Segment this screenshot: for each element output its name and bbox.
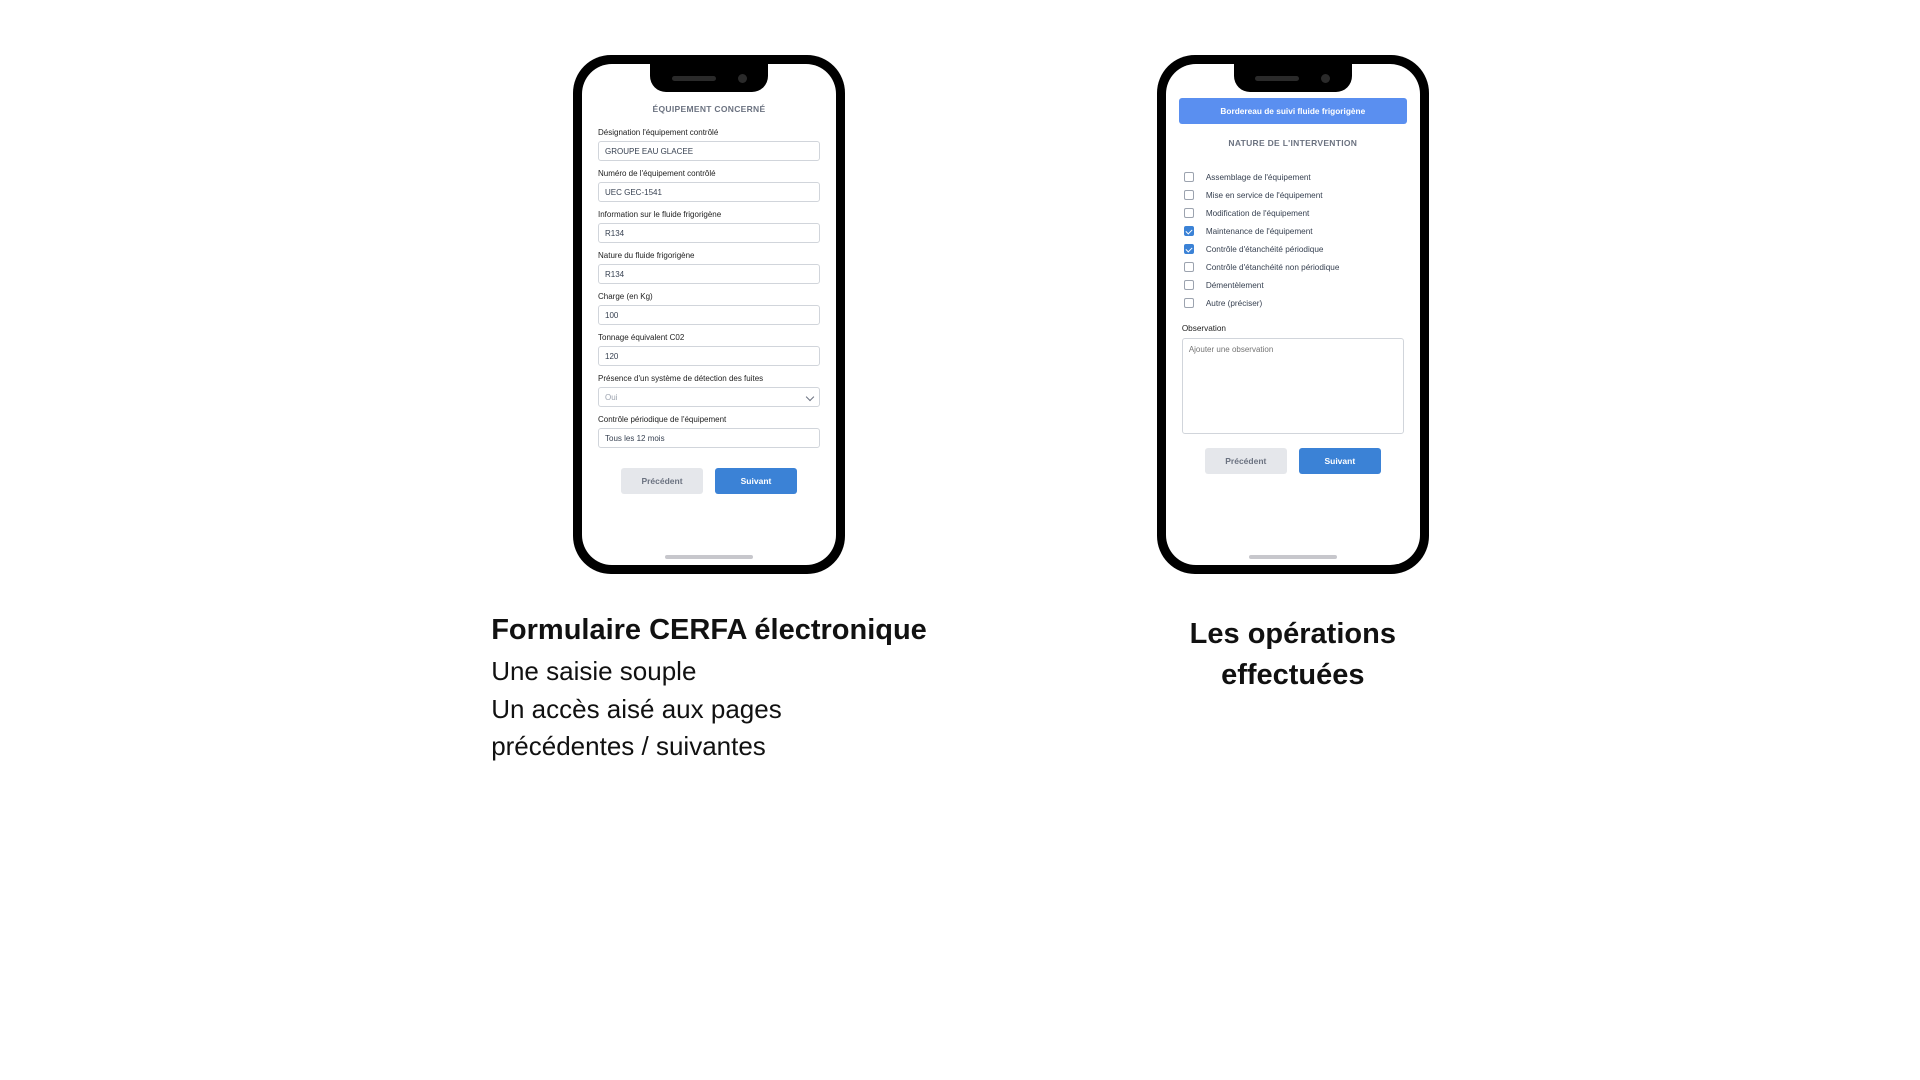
phone-frame-right: Bordereau de suivi fluide frigorigène NA… <box>1157 55 1429 574</box>
intervention-options: Assemblage de l'équipement Mise en servic… <box>1182 168 1404 312</box>
field-tonnage: Tonnage équivalent C02 <box>598 333 820 366</box>
label-nature-fluide: Nature du fluide frigorigène <box>598 251 820 260</box>
phone-screen-right: Bordereau de suivi fluide frigorigène NA… <box>1166 64 1420 565</box>
caption-line-1: Une saisie souple <box>491 653 927 691</box>
phone-frame-left: ÉQUIPEMENT CONCERNÉ Désignation l'équipe… <box>573 55 845 574</box>
field-designation: Désignation l'équipement contrôlé <box>598 128 820 161</box>
checkbox-icon[interactable] <box>1184 172 1194 182</box>
checkbox-icon[interactable] <box>1184 226 1194 236</box>
label-detection: Présence d'un système de détection des f… <box>598 374 820 383</box>
caption-title-left: Formulaire CERFA électronique <box>491 614 927 647</box>
caption-title-right-1: Les opérations <box>1190 618 1396 650</box>
prev-button[interactable]: Précédent <box>621 468 703 494</box>
right-column: Bordereau de suivi fluide frigorigène NA… <box>1157 55 1429 701</box>
prev-button[interactable]: Précédent <box>1205 448 1287 474</box>
caption-right: Les opérations effectuées <box>1190 614 1396 701</box>
caption-title-right-2: effectuées <box>1221 659 1364 691</box>
label-info-fluide: Information sur le fluide frigorigène <box>598 210 820 219</box>
next-button[interactable]: Suivant <box>715 468 797 494</box>
page-banner: Bordereau de suivi fluide frigorigène <box>1179 98 1407 124</box>
label-numero: Numéro de l'équipement contrôlé <box>598 169 820 178</box>
option-label: Démentèlement <box>1206 281 1264 290</box>
left-column: ÉQUIPEMENT CONCERNÉ Désignation l'équipe… <box>491 55 927 766</box>
phone-screen-left: ÉQUIPEMENT CONCERNÉ Désignation l'équipe… <box>582 64 836 565</box>
home-indicator-icon <box>665 555 753 559</box>
field-charge: Charge (en Kg) <box>598 292 820 325</box>
field-numero: Numéro de l'équipement contrôlé <box>598 169 820 202</box>
input-nature-fluide[interactable] <box>598 264 820 284</box>
intervention-option[interactable]: Mise en service de l'équipement <box>1182 186 1404 204</box>
option-label: Modification de l'équipement <box>1206 209 1310 218</box>
observation-block: Observation <box>1182 324 1404 436</box>
input-tonnage[interactable] <box>598 346 820 366</box>
form-intervention: Bordereau de suivi fluide frigorigène NA… <box>1166 64 1420 565</box>
checkbox-icon[interactable] <box>1184 262 1194 272</box>
nav-buttons-left: Précédent Suivant <box>598 468 820 494</box>
field-controle: Contrôle périodique de l'équipement <box>598 415 820 448</box>
intervention-option[interactable]: Démentèlement <box>1182 276 1404 294</box>
intervention-option[interactable]: Contrôle d'étanchéité périodique <box>1182 240 1404 258</box>
input-numero[interactable] <box>598 182 820 202</box>
caption-line-2: Un accès aisé aux pages <box>491 691 927 729</box>
select-detection[interactable] <box>598 387 820 407</box>
intervention-option[interactable]: Maintenance de l'équipement <box>1182 222 1404 240</box>
intervention-option[interactable]: Autre (préciser) <box>1182 294 1404 312</box>
phone-notch <box>650 64 768 92</box>
intervention-option[interactable]: Assemblage de l'équipement <box>1182 168 1404 186</box>
input-designation[interactable] <box>598 141 820 161</box>
intervention-option[interactable]: Modification de l'équipement <box>1182 204 1404 222</box>
observation-label: Observation <box>1182 324 1404 333</box>
next-button[interactable]: Suivant <box>1299 448 1381 474</box>
input-charge[interactable] <box>598 305 820 325</box>
intervention-option[interactable]: Contrôle d'étanchéité non périodique <box>1182 258 1404 276</box>
option-label: Maintenance de l'équipement <box>1206 227 1313 236</box>
input-controle[interactable] <box>598 428 820 448</box>
checkbox-icon[interactable] <box>1184 280 1194 290</box>
form-equipment: ÉQUIPEMENT CONCERNÉ Désignation l'équipe… <box>582 64 836 565</box>
checkbox-icon[interactable] <box>1184 244 1194 254</box>
label-controle: Contrôle périodique de l'équipement <box>598 415 820 424</box>
observation-textarea[interactable] <box>1182 338 1404 434</box>
speaker-icon <box>1255 76 1299 81</box>
nav-buttons-right: Précédent Suivant <box>1182 448 1404 474</box>
label-designation: Désignation l'équipement contrôlé <box>598 128 820 137</box>
home-indicator-icon <box>1249 555 1337 559</box>
field-detection: Présence d'un système de détection des f… <box>598 374 820 407</box>
field-info-fluide: Information sur le fluide frigorigène <box>598 210 820 243</box>
section-title-equipment: ÉQUIPEMENT CONCERNÉ <box>598 104 820 114</box>
option-label: Autre (préciser) <box>1206 299 1262 308</box>
checkbox-icon[interactable] <box>1184 298 1194 308</box>
caption-left: Formulaire CERFA électronique Une saisie… <box>491 614 927 766</box>
option-label: Mise en service de l'équipement <box>1206 191 1323 200</box>
label-tonnage: Tonnage équivalent C02 <box>598 333 820 342</box>
field-nature-fluide: Nature du fluide frigorigène <box>598 251 820 284</box>
label-charge: Charge (en Kg) <box>598 292 820 301</box>
caption-line-3: précédentes / suivantes <box>491 728 927 766</box>
phone-notch <box>1234 64 1352 92</box>
section-title-intervention: NATURE DE L'INTERVENTION <box>1182 138 1404 148</box>
speaker-icon <box>672 76 716 81</box>
camera-icon <box>738 74 747 83</box>
option-label: Contrôle d'étanchéité périodique <box>1206 245 1324 254</box>
camera-icon <box>1321 74 1330 83</box>
input-info-fluide[interactable] <box>598 223 820 243</box>
option-label: Contrôle d'étanchéité non périodique <box>1206 263 1340 272</box>
option-label: Assemblage de l'équipement <box>1206 173 1311 182</box>
checkbox-icon[interactable] <box>1184 190 1194 200</box>
chevron-down-icon <box>807 394 813 400</box>
checkbox-icon[interactable] <box>1184 208 1194 218</box>
